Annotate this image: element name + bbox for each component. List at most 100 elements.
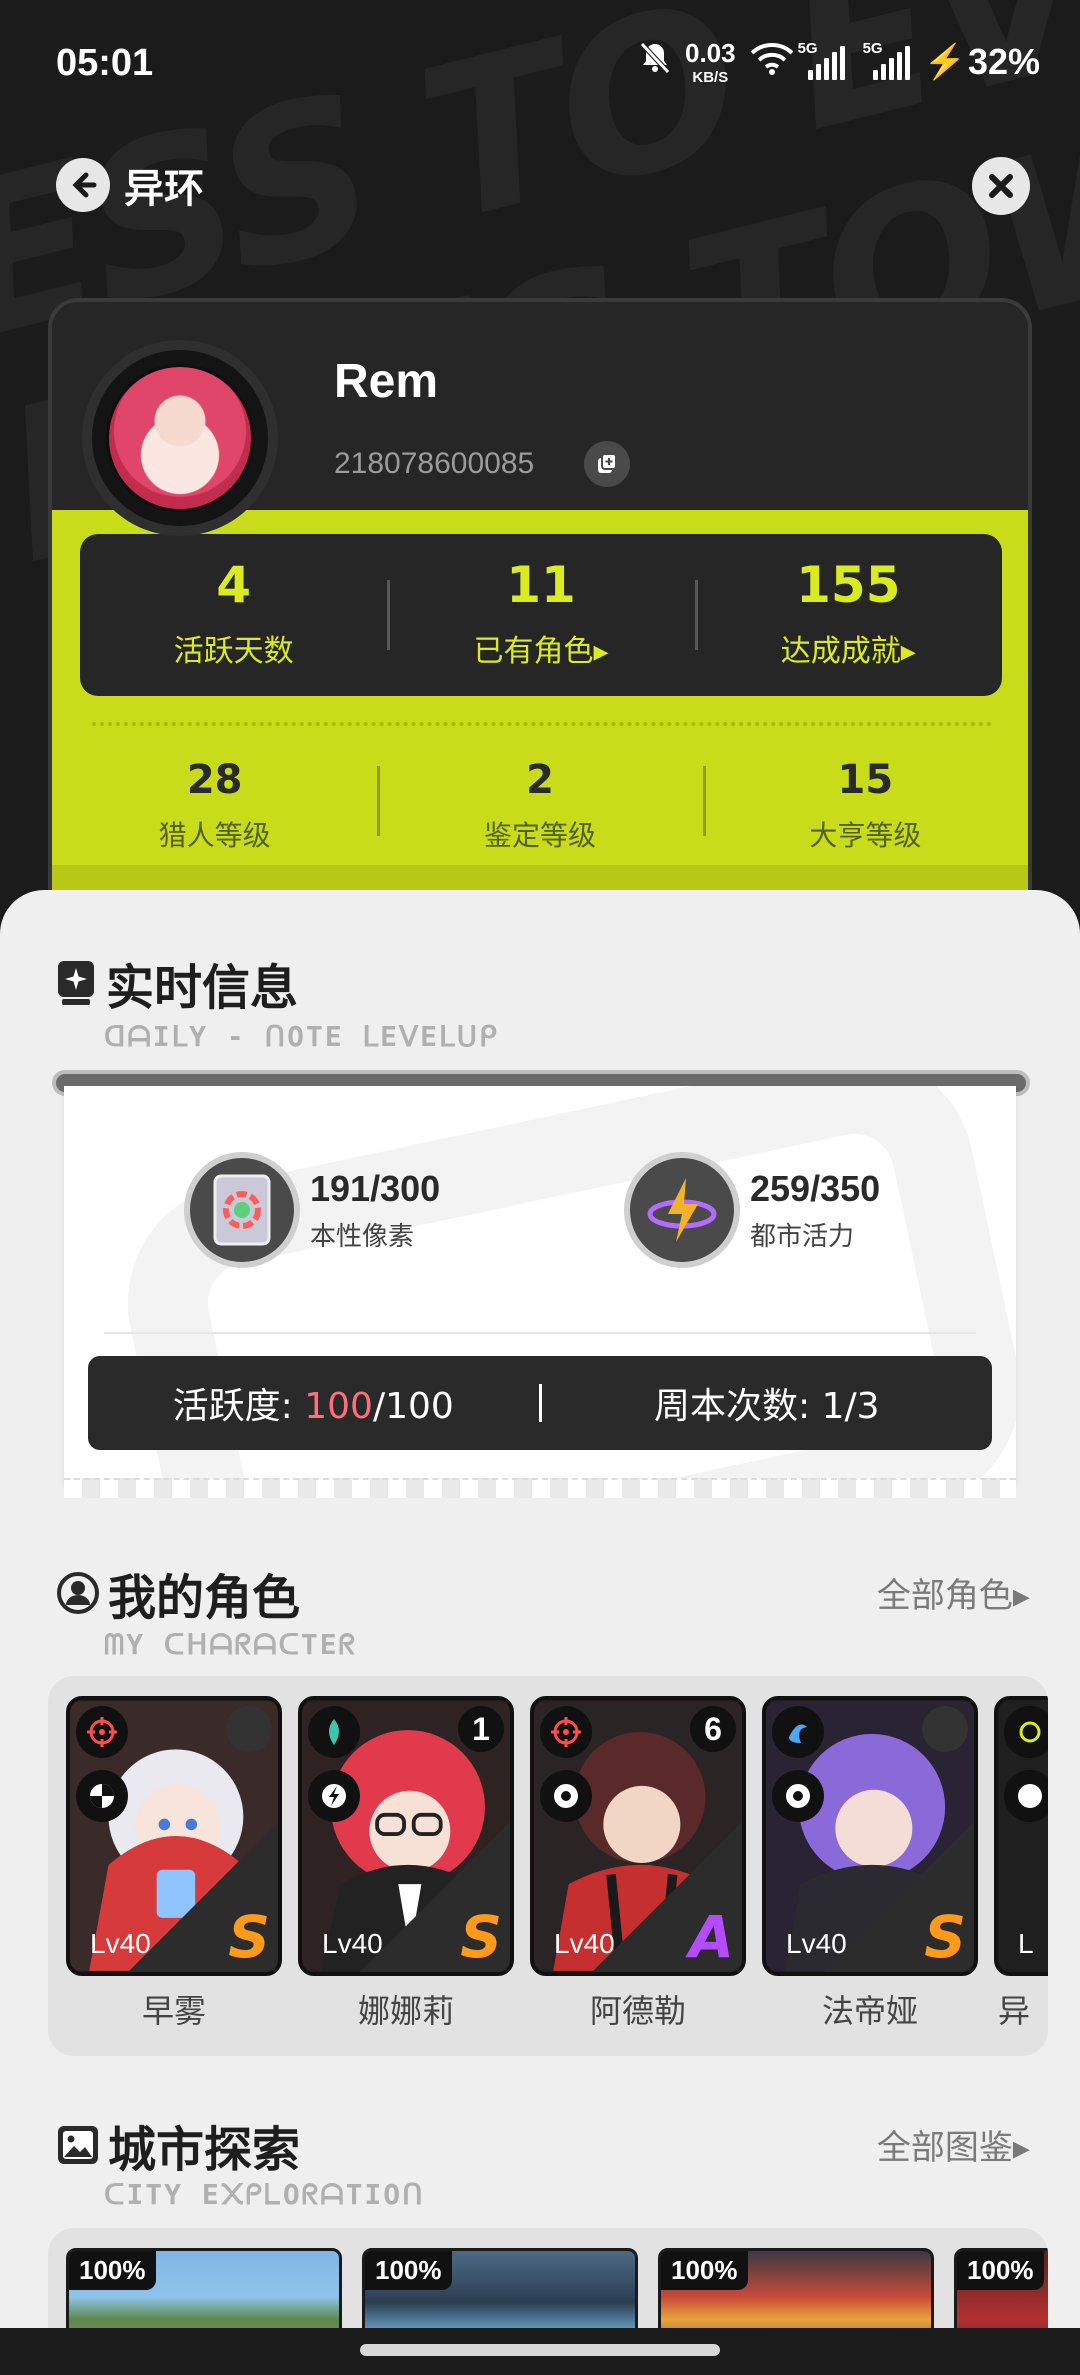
avatar[interactable]: [82, 340, 278, 536]
home-indicator[interactable]: [360, 2344, 720, 2356]
activity-total: /100: [372, 1386, 454, 1427]
character-portrait: Lv40 S: [66, 1696, 282, 1976]
activity-bar: 活跃度: 100/100 周本次数: 1/3: [88, 1356, 992, 1450]
net-speed-value: 0.03: [684, 38, 736, 68]
resource-value: 191/300: [310, 1167, 441, 1209]
stat-label: 活跃天数: [173, 634, 294, 669]
realtime-panel: 191/300 本性像素 259/350 都市活力 活跃度: 100/100 周…: [64, 1086, 1016, 1486]
role-icon: [1004, 1770, 1048, 1822]
character-portrait: 6 Lv40 A: [530, 1696, 746, 1976]
stat-value: 4: [216, 556, 252, 614]
all-characters-link[interactable]: 全部角色▸: [877, 1568, 1030, 1617]
activity-label: 活跃度:: [172, 1386, 305, 1427]
city-progress: 100%: [69, 2251, 156, 2290]
role-icon: [540, 1770, 592, 1822]
rank-badge: S: [924, 1903, 966, 1971]
top-nav: 异环: [56, 155, 204, 215]
level-label: 猎人等级: [158, 819, 271, 852]
realtime-title: 实时信息: [106, 960, 299, 1016]
resource-label: 都市活力: [750, 1221, 855, 1252]
resource-value: 259/350: [750, 1167, 881, 1209]
mind-level: [922, 1706, 968, 1752]
character-name: 异: [998, 1992, 1031, 2030]
stat-active-days: 4 活跃天数: [80, 534, 387, 696]
mute-icon: [639, 41, 671, 84]
profile-levels: 28 猎人等级 2 鉴定等级 15 大亨等级: [52, 742, 1028, 872]
username: Rem: [334, 355, 439, 408]
all-atlas-link[interactable]: 全部图鉴▸: [877, 2120, 1030, 2169]
level-value: 2: [526, 757, 554, 803]
status-bar: 05:01 0.03 KB/S 5G 5G ⚡ 32%: [0, 0, 1080, 130]
city-progress: 100%: [957, 2251, 1044, 2290]
activity-score: 活跃度: 100/100: [88, 1377, 539, 1429]
close-icon: [989, 174, 1013, 198]
profile-stats: 4 活跃天数 11 已有角色▸ 155 达成成就▸: [80, 534, 1002, 696]
character-name: 早雾: [141, 1992, 206, 2030]
character-level: Lv40: [554, 1928, 615, 1959]
role-icon: [76, 1770, 128, 1822]
user-id: 218078600085: [334, 447, 535, 480]
character-card[interactable]: 1 Lv40 S 娜娜莉: [298, 1696, 514, 2030]
mind-level: 6: [690, 1706, 736, 1752]
net-speed-unit: KB/S: [692, 69, 729, 86]
level-value: 28: [186, 757, 243, 803]
level-value: 15: [837, 757, 894, 803]
stat-label: 已有角色▸: [473, 634, 609, 669]
realtime-info-icon: [58, 961, 94, 1005]
level-label: 大亨等级: [809, 819, 922, 852]
rank-badge: A: [689, 1903, 734, 1971]
character-list[interactable]: Lv40 S 早雾 1 Lv40 S 娜娜莉 6 Lv40 A 阿德勒 Lv40…: [48, 1676, 1048, 2056]
character-portrait: 1 Lv40 S: [298, 1696, 514, 1976]
close-button[interactable]: [972, 157, 1030, 215]
copy-uid-button[interactable]: [584, 441, 630, 487]
signal-icon-1: 5G: [798, 40, 845, 80]
character-level: L: [1018, 1928, 1034, 1959]
character-card[interactable]: 6 Lv40 A 阿德勒: [530, 1696, 746, 2030]
copy-icon: [598, 453, 617, 473]
signal-icon-2: 5G: [863, 40, 910, 80]
page-title: 异环: [124, 166, 204, 212]
element-icon: [308, 1706, 360, 1758]
characters-subtitle: ᗰY ᑕᕼᗩᖇᗩᑕTEᖇ: [104, 1628, 358, 1661]
level-hunter: 28 猎人等级: [52, 742, 377, 872]
image-icon: [58, 2126, 98, 2164]
activity-current: 100: [304, 1386, 373, 1427]
character-icon: [57, 1572, 99, 1614]
character-portrait: Lv40 S: [762, 1696, 978, 1976]
character-card[interactable]: Lv40 S 早雾: [66, 1696, 282, 2030]
stat-value: 11: [506, 556, 576, 614]
resource-pixels: 191/300 本性像素: [184, 1152, 440, 1268]
resource-label: 本性像素: [310, 1221, 415, 1252]
character-level: Lv40: [786, 1928, 847, 1959]
weekly-value: 1/3: [821, 1386, 880, 1427]
weekly-runs: 周本次数: 1/3: [542, 1377, 993, 1429]
character-card[interactable]: Lv40 S 法帝娅: [762, 1696, 978, 2030]
stat-label: 达成成就▸: [780, 634, 916, 669]
level-tycoon: 15 大亨等级: [702, 742, 1028, 872]
lightning-orb-icon: [624, 1152, 740, 1268]
element-icon: [76, 1706, 128, 1758]
stat-achievements[interactable]: 155 达成成就▸: [694, 534, 1002, 696]
city-subtitle: ᑕITY E᙭ᑭᒪOᖇᗩTIOᑎ: [104, 2178, 425, 2211]
city-title: 城市探索: [108, 2122, 301, 2178]
character-card[interactable]: L 异: [994, 1696, 1048, 2030]
character-name: 阿德勒: [589, 1992, 686, 2030]
stat-value: 155: [796, 556, 901, 614]
wifi-icon: [750, 41, 794, 84]
role-icon: [772, 1770, 824, 1822]
stat-characters[interactable]: 11 已有角色▸: [387, 534, 694, 696]
mind-level: [226, 1706, 272, 1752]
realtime-subtitle: ᗡᗩIᒪY - ᑎOTE ᒪEᐯEᒪᑌᑭ: [104, 1020, 499, 1053]
element-icon: [1004, 1706, 1048, 1758]
back-button[interactable]: [56, 158, 110, 212]
rank-badge: S: [228, 1903, 270, 1971]
realtime-header: 实时信息: [56, 948, 298, 1018]
role-icon: [308, 1770, 360, 1822]
resource-vitality: 259/350 都市活力: [624, 1152, 880, 1268]
element-icon: [772, 1706, 824, 1758]
net-speed: 0.03 KB/S: [685, 38, 736, 86]
city-progress: 100%: [365, 2251, 452, 2290]
city-header: 城市探索: [56, 2110, 300, 2180]
prism-card-icon: [184, 1152, 300, 1268]
element-icon: [540, 1706, 592, 1758]
